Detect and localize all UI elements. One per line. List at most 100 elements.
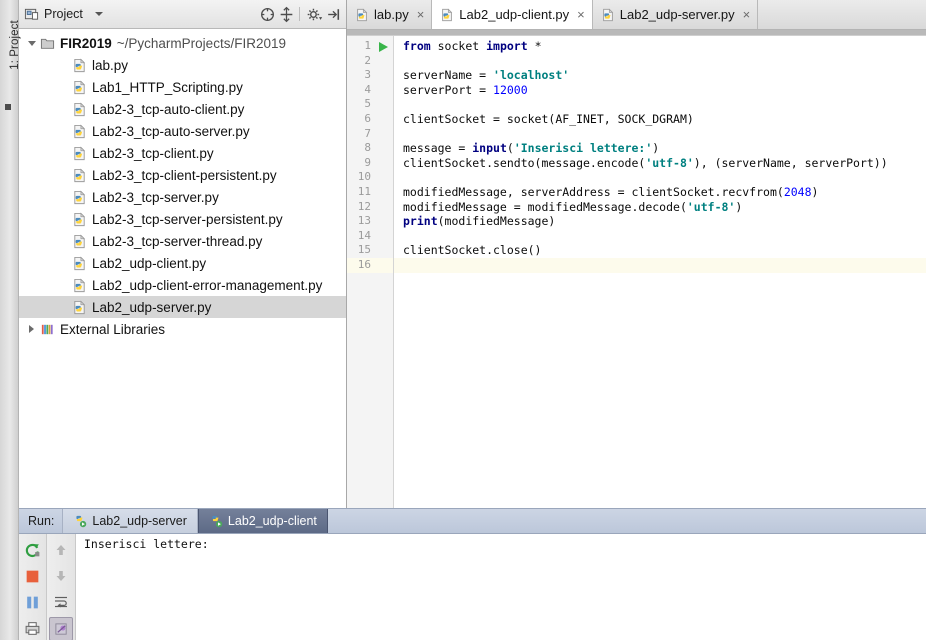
code-line[interactable]: clientSocket = socket(AF_INET, SOCK_DGRA… (394, 112, 926, 127)
hide-panel-icon[interactable] (325, 6, 342, 23)
run-toolbar-right (47, 534, 76, 640)
up-arrow-icon (56, 545, 66, 555)
line-number[interactable]: 5 (347, 97, 393, 112)
scroll-from-source-icon[interactable] (278, 6, 295, 23)
code-line[interactable]: clientSocket.sendto(message.encode('utf-… (394, 156, 926, 171)
code-line[interactable]: message = input('Inserisci lettere:') (394, 141, 926, 156)
code-line[interactable]: modifiedMessage = modifiedMessage.decode… (394, 200, 926, 215)
tree-item[interactable]: Lab2-3_tcp-server-thread.py (18, 230, 346, 252)
tree-item[interactable]: lab.py (18, 54, 346, 76)
line-number[interactable]: 16 (347, 257, 393, 273)
code-line[interactable]: serverName = 'localhost' (394, 68, 926, 83)
tree-item[interactable]: Lab2-3_tcp-server.py (18, 186, 346, 208)
rerun-button[interactable] (21, 539, 43, 561)
tree-item[interactable]: Lab2-3_tcp-client-persistent.py (18, 164, 346, 186)
stop-button[interactable] (21, 565, 43, 587)
chevron-down-icon[interactable] (26, 37, 38, 49)
close-icon[interactable]: × (577, 8, 585, 21)
gear-icon[interactable] (306, 6, 323, 23)
tree-arrow-placeholder (58, 169, 70, 181)
tree-arrow-placeholder (58, 147, 70, 159)
line-number[interactable]: 14 (347, 229, 393, 244)
tree-item[interactable]: Lab2_udp-client-error-management.py (18, 274, 346, 296)
tree-item[interactable]: Lab2-3_tcp-auto-client.py (18, 98, 346, 120)
tree-item[interactable]: Lab2-3_tcp-server-persistent.py (18, 208, 346, 230)
run-gutter-icon[interactable] (379, 42, 388, 52)
line-number[interactable]: 10 (347, 170, 393, 185)
tree-arrow-placeholder (58, 301, 70, 313)
line-number[interactable]: 13 (347, 214, 393, 229)
line-number[interactable]: 1 (347, 39, 393, 54)
tree-item-label: Lab2_udp-client-error-management.py (92, 277, 323, 293)
code-line[interactable]: from socket import * (394, 39, 926, 54)
code-line[interactable]: print(modifiedMessage) (394, 214, 926, 229)
tree-arrow-placeholder (58, 191, 70, 203)
tree-arrow-placeholder (58, 103, 70, 115)
python-file-icon (74, 212, 86, 226)
tree-arrow-placeholder (58, 81, 70, 93)
run-tab-group[interactable]: Lab2_udp-server Lab2_udp-client (62, 509, 328, 533)
python-file-icon (442, 7, 453, 21)
code-line[interactable]: serverPort = 12000 (394, 83, 926, 98)
pycharm-window: 1: Project Project FIR2019 ~/PycharmProj… (0, 0, 926, 640)
run-tab[interactable]: Lab2_udp-client (197, 509, 328, 533)
tree-item-label: Lab2-3_tcp-client.py (92, 145, 214, 161)
close-icon[interactable]: × (743, 8, 751, 21)
chevron-right-icon[interactable] (26, 323, 38, 335)
sidebar-tab-project[interactable]: 1: Project (6, 8, 24, 82)
run-tab-label: Lab2_udp-client (227, 514, 317, 528)
code-line[interactable] (394, 257, 926, 273)
line-number[interactable]: 4 (347, 83, 393, 98)
filter-button[interactable] (49, 617, 73, 640)
line-number[interactable]: 15 (347, 243, 393, 258)
scroll-up-button[interactable] (50, 539, 72, 561)
code-line[interactable] (394, 127, 926, 142)
editor-tab[interactable]: lab.py × (347, 0, 433, 29)
soft-wrap-button[interactable] (50, 591, 72, 613)
close-icon[interactable]: × (417, 8, 425, 21)
pause-button[interactable] (21, 591, 43, 613)
tree-item[interactable]: Lab2-3_tcp-client.py (18, 142, 346, 164)
tree-item[interactable]: Lab2_udp-server.py (18, 296, 346, 318)
console-output[interactable]: Inserisci lettere: (76, 534, 926, 640)
rerun-icon (25, 543, 39, 557)
tree-item[interactable]: Lab1_HTTP_Scripting.py (18, 76, 346, 98)
line-number[interactable]: 12 (347, 200, 393, 215)
tree-item[interactable]: Lab2_udp-client.py (18, 252, 346, 274)
code-line[interactable]: modifiedMessage, serverAddress = clientS… (394, 185, 926, 200)
project-tree[interactable]: FIR2019 ~/PycharmProjects/FIR2019 lab.py La… (18, 29, 346, 508)
python-file-icon (357, 7, 368, 21)
tree-item[interactable]: Lab2-3_tcp-auto-server.py (18, 120, 346, 142)
code-line[interactable]: clientSocket.close() (394, 243, 926, 258)
line-number[interactable]: 2 (347, 54, 393, 69)
editor-tab-bar[interactable]: lab.py × Lab2_udp-client.py × Lab2_udp-serve… (347, 0, 926, 30)
code-line[interactable] (394, 229, 926, 244)
line-number[interactable]: 6 (347, 112, 393, 127)
editor-tab[interactable]: Lab2_udp-server.py × (592, 0, 759, 29)
code-line[interactable] (394, 54, 926, 69)
code-content[interactable]: from socket import * serverName = 'local… (394, 36, 926, 508)
scroll-down-button[interactable] (50, 565, 72, 587)
filter-icon (54, 622, 67, 635)
line-number[interactable]: 9 (347, 156, 393, 171)
editor-area: lab.py × Lab2_udp-client.py × Lab2_udp-serve… (347, 0, 926, 508)
editor-tab[interactable]: Lab2_udp-client.py × (432, 0, 593, 29)
code-line[interactable] (394, 170, 926, 185)
python-run-icon (76, 515, 87, 528)
code-line[interactable] (394, 97, 926, 112)
print-button[interactable] (21, 617, 43, 639)
collapse-all-icon[interactable] (259, 6, 276, 23)
line-number[interactable]: 7 (347, 127, 393, 142)
line-number-gutter[interactable]: 1 2 3 4 5 6 7 8 9 10 11 12 13 14 15 16 (347, 36, 394, 508)
line-number[interactable]: 8 (347, 141, 393, 156)
tree-arrow-placeholder (58, 235, 70, 247)
tree-item[interactable]: FIR2019 ~/PycharmProjects/FIR2019 (18, 32, 346, 54)
soft-wrap-icon (55, 596, 67, 608)
line-number[interactable]: 11 (347, 185, 393, 200)
tool-window-dot-icon (5, 104, 11, 110)
run-tab[interactable]: Lab2_udp-server (62, 509, 198, 533)
code-editor[interactable]: 1 2 3 4 5 6 7 8 9 10 11 12 13 14 15 16 from socket impo… (347, 36, 926, 508)
line-number[interactable]: 3 (347, 68, 393, 83)
tree-item[interactable]: External Libraries (18, 318, 346, 340)
chevron-down-icon[interactable] (94, 12, 103, 16)
